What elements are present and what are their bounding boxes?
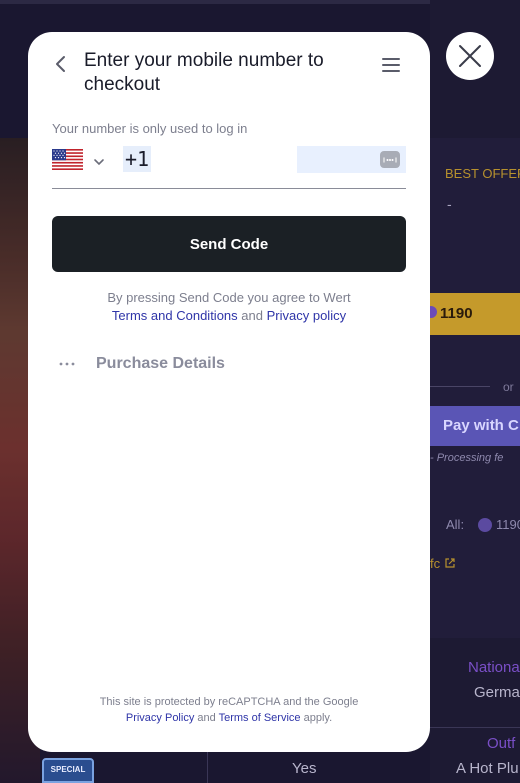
google-terms-link[interactable]: Terms of Service (219, 712, 301, 724)
outfit-label: Outf (487, 735, 516, 752)
nationality-label: Nationa (468, 659, 520, 676)
recaptcha-suffix: apply. (303, 712, 333, 724)
pay-with-card-button[interactable]: Pay with C (430, 406, 520, 446)
best-offer-value: - (447, 196, 452, 212)
terms-link[interactable]: Terms and Conditions (112, 308, 238, 323)
more-dots-icon (59, 362, 75, 366)
best-offer-label: BEST OFFER (445, 166, 520, 181)
external-link-icon (445, 558, 455, 568)
send-code-button[interactable]: Send Code (52, 216, 406, 272)
autofill-button[interactable] (380, 151, 400, 168)
external-link[interactable]: fc (430, 556, 456, 571)
all-value: 1190 (496, 517, 520, 532)
chevron-down-icon (94, 159, 104, 166)
autofill-icon (383, 157, 397, 162)
outfit-value: A Hot Plu (456, 760, 519, 777)
modal-header: Enter your mobile number to checkout (28, 32, 430, 112)
recaptcha-and: and (197, 712, 216, 724)
divider (430, 386, 490, 387)
privacy-link[interactable]: Privacy policy (267, 308, 346, 323)
processing-fee-note: - Processing fe (430, 452, 504, 464)
country-dropdown[interactable] (93, 154, 105, 166)
google-privacy-link[interactable]: Privacy Policy (126, 712, 194, 724)
terms-and: and (241, 308, 263, 323)
special-badge: SPECIAL (42, 758, 94, 783)
external-link-label: fc (430, 556, 441, 571)
nationality-value: Germa (474, 684, 520, 701)
chevron-left-icon (56, 56, 65, 72)
terms-notice: By pressing Send Code you agree to Wert … (28, 289, 430, 325)
country-selector[interactable] (52, 149, 83, 170)
us-flag-icon (52, 149, 83, 170)
country-code: +1 (123, 146, 152, 172)
phone-field: +1 (52, 142, 406, 190)
checkout-modal: Enter your mobile number to checkout You… (28, 32, 430, 752)
hamburger-menu-icon (382, 58, 400, 72)
terms-prefix: By pressing Send Code you agree to Wert (107, 290, 351, 305)
attribute-value: Yes (292, 760, 317, 777)
buy-price-label: 1190 (440, 305, 473, 322)
purchase-details-toggle[interactable]: Purchase Details (58, 354, 308, 376)
recaptcha-prefix: This site is protected by reCAPTCHA and … (99, 696, 359, 708)
phone-hint: Your number is only used to log in (52, 121, 248, 136)
purchase-details-label: Purchase Details (96, 355, 225, 372)
close-icon (459, 45, 481, 67)
input-underline (52, 188, 406, 189)
coin-icon (478, 518, 492, 532)
or-label: or (503, 380, 514, 394)
close-button[interactable] (446, 32, 494, 80)
modal-title: Enter your mobile number to checkout (84, 50, 324, 95)
all-label: All: (446, 517, 465, 532)
menu-button[interactable] (380, 54, 402, 76)
back-button[interactable] (50, 52, 72, 76)
recaptcha-notice: This site is protected by reCAPTCHA and … (28, 694, 430, 726)
